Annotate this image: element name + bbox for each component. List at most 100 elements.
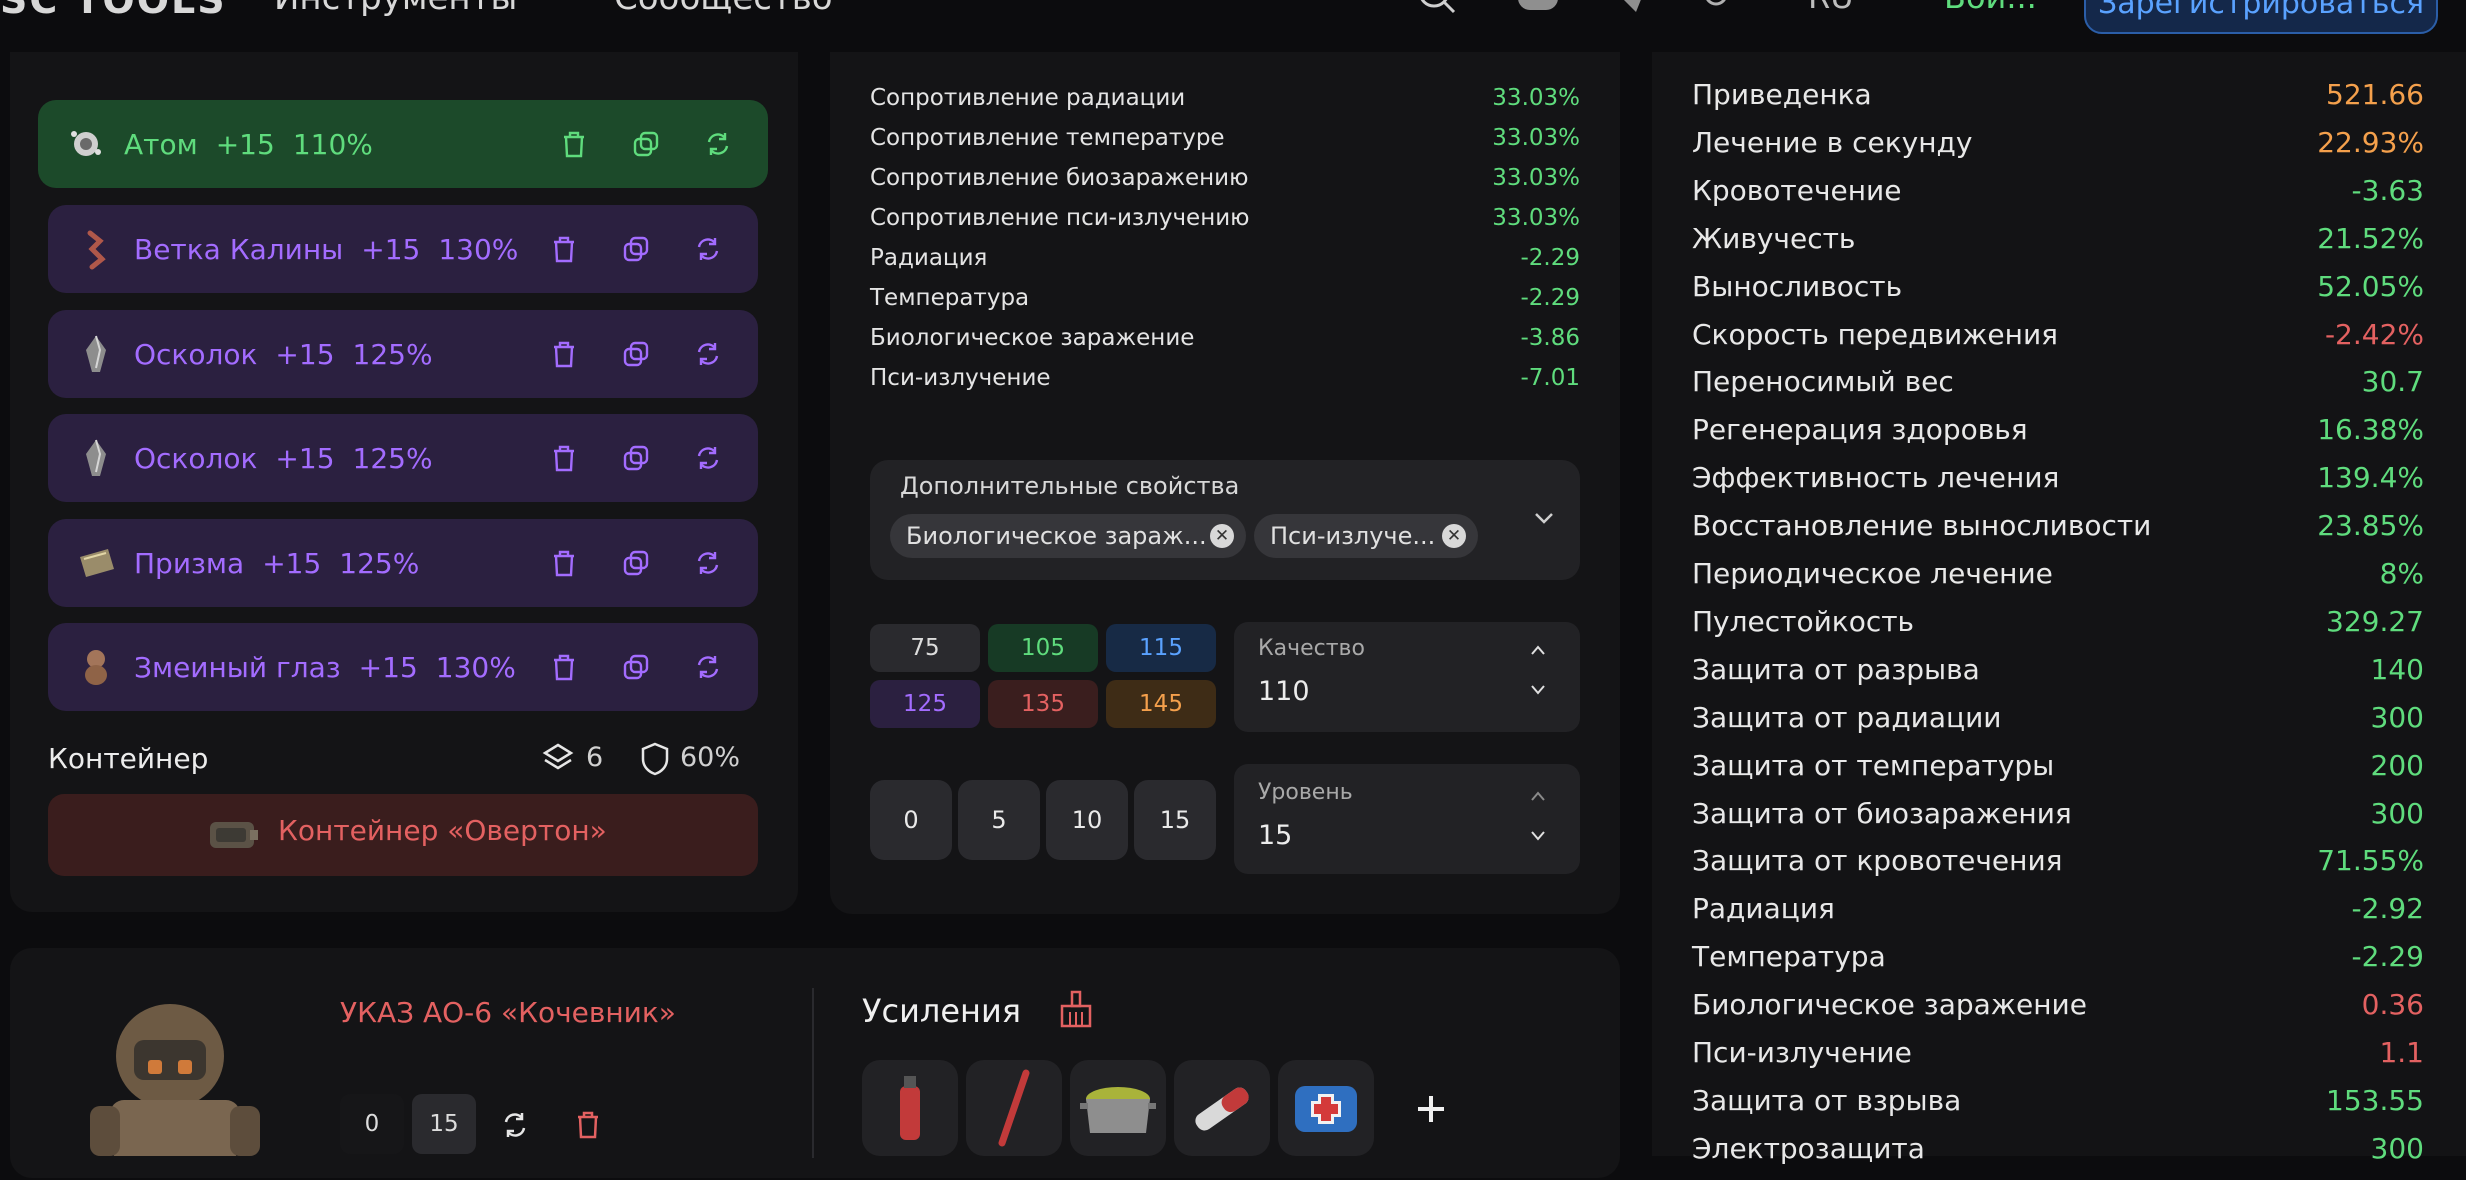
level-preset-button[interactable]: 15	[1134, 780, 1216, 860]
stat-label: Пулестойкость	[1692, 604, 1915, 638]
level-select[interactable]: Уровень 15	[1234, 764, 1580, 874]
stat-label: Кровотечение	[1692, 173, 1902, 207]
copy-artifact-button[interactable]	[600, 205, 672, 293]
discord-icon[interactable]	[1514, 0, 1562, 18]
nav-tools[interactable]: Инструменты	[274, 0, 517, 18]
quality-preset-button[interactable]: 75	[870, 624, 980, 672]
boost-slot[interactable]	[862, 1060, 958, 1156]
layers-icon	[542, 743, 574, 770]
replace-artifact-button[interactable]	[672, 519, 744, 607]
summary-stat-row: Пси-излучение 1.1	[1692, 1036, 2424, 1084]
summary-stat-row: Переносимый вес 30.7	[1692, 365, 2424, 413]
swap-icon[interactable]	[500, 1110, 530, 1140]
quality-select[interactable]: Качество 110	[1234, 622, 1580, 732]
copy-artifact-button[interactable]	[600, 414, 672, 502]
artifact-level: +15	[262, 546, 322, 580]
delete-artifact-button[interactable]	[528, 310, 600, 398]
artifact-row[interactable]: Атом +15 110%	[38, 100, 768, 188]
artifact-name: Атом	[124, 127, 198, 161]
replace-artifact-button[interactable]	[672, 310, 744, 398]
stat-label: Температура	[1692, 940, 1886, 974]
stat-label: Сопротивление биозаражению	[870, 165, 1249, 191]
copy-artifact-button[interactable]	[610, 100, 682, 188]
remove-chip-icon[interactable]: ✕	[1442, 524, 1466, 548]
copy-artifact-button[interactable]	[600, 310, 672, 398]
quality-preset-button[interactable]: 125	[870, 680, 980, 728]
armor-name[interactable]: УКАЗ АО-6 «Кочевник»	[340, 996, 676, 1029]
nav-community[interactable]: Сообщество	[614, 0, 833, 18]
overton-container-icon	[210, 822, 258, 848]
chevron-down-icon[interactable]	[1530, 684, 1546, 696]
armor-level-15[interactable]: 15	[412, 1094, 476, 1154]
replace-artifact-button[interactable]	[672, 623, 744, 711]
boost-slot[interactable]	[1174, 1060, 1270, 1156]
quality-preset-button[interactable]: 105	[988, 624, 1098, 672]
copy-icon	[623, 341, 649, 367]
level-preset-button[interactable]: 5	[958, 780, 1040, 860]
armor-level-0[interactable]: 0	[340, 1094, 404, 1154]
quality-label: Качество	[1258, 636, 1365, 661]
extra-properties-select[interactable]: Дополнительные свойства Биологическое за…	[870, 460, 1580, 580]
container-select[interactable]: Контейнер «Овертон»	[48, 794, 758, 876]
copy-artifact-button[interactable]	[600, 519, 672, 607]
artifact-row[interactable]: Осколок +15 125%	[48, 414, 758, 502]
broom-icon[interactable]	[1058, 990, 1094, 1030]
register-button[interactable]: Зарегистрироваться	[2084, 0, 2438, 34]
replace-artifact-button[interactable]	[672, 414, 744, 502]
stat-value: -2.92	[2351, 892, 2424, 926]
theme-toggle-icon[interactable]	[1696, 0, 1736, 18]
artifact-name: Призма	[134, 546, 245, 580]
stat-value: 71.55%	[2317, 844, 2424, 878]
stat-label: Регенерация здоровья	[1692, 413, 2028, 447]
delete-artifact-button[interactable]	[528, 519, 600, 607]
stat-label: Пси-излучение	[1692, 1036, 1912, 1069]
logo[interactable]: SC TOOLS	[0, 0, 227, 22]
telegram-icon[interactable]	[1614, 0, 1650, 18]
copy-artifact-button[interactable]	[600, 623, 672, 711]
add-boost-icon[interactable]	[1414, 1092, 1448, 1126]
chevron-down-icon[interactable]	[1534, 512, 1554, 526]
chevron-down-icon[interactable]	[1530, 830, 1546, 842]
boost-slot[interactable]	[1278, 1060, 1374, 1156]
search-icon[interactable]	[1414, 0, 1460, 22]
remove-chip-icon[interactable]: ✕	[1210, 524, 1234, 548]
level-preset-button[interactable]: 10	[1046, 780, 1128, 860]
delete-artifact-button[interactable]	[538, 100, 610, 188]
delete-icon	[554, 654, 574, 681]
summary-stat-row: Защита от взрыва 153.55	[1692, 1084, 2424, 1132]
artifact-row[interactable]: Ветка Калины +15 130%	[48, 205, 758, 293]
artifact-row[interactable]: Змеиный глаз +15 130%	[48, 623, 758, 711]
language-switch[interactable]: RU	[1808, 0, 1854, 16]
medkit-icon	[1295, 1086, 1357, 1132]
delete-artifact-button[interactable]	[528, 414, 600, 502]
trash-icon[interactable]	[574, 1110, 602, 1140]
login-link[interactable]: Вой...	[1944, 0, 2037, 16]
artifact-row[interactable]: Призма +15 125%	[48, 519, 758, 607]
artifact-percent: 125%	[339, 546, 420, 580]
chevron-up-icon[interactable]	[1530, 644, 1546, 656]
quality-preset-button[interactable]: 145	[1106, 680, 1216, 728]
boost-slot[interactable]	[966, 1060, 1062, 1156]
level-preset-button[interactable]: 0	[870, 780, 952, 860]
summary-stat-row: Температура -2.29	[1692, 940, 2424, 988]
stat-value: 30.7	[2361, 365, 2424, 399]
quality-preset-button[interactable]: 135	[988, 680, 1098, 728]
replace-artifact-button[interactable]	[672, 205, 744, 293]
quality-preset-button[interactable]: 115	[1106, 624, 1216, 672]
chevron-up-icon[interactable]	[1530, 790, 1546, 802]
injector-icon	[1195, 1087, 1249, 1131]
delete-artifact-button[interactable]	[528, 205, 600, 293]
artifact-percent: 130%	[435, 650, 516, 684]
artifact-percent: 110%	[292, 127, 373, 161]
stat-label: Радиация	[870, 245, 988, 271]
replace-artifact-button[interactable]	[682, 100, 754, 188]
delete-artifact-button[interactable]	[528, 623, 600, 711]
stat-label: Защита от взрыва	[1692, 1083, 1962, 1117]
boost-slot[interactable]	[1070, 1060, 1166, 1156]
stat-value: -2.29	[1520, 285, 1580, 311]
stat-value: -2.42%	[2324, 317, 2424, 351]
artifact-row[interactable]: Осколок +15 125%	[48, 310, 758, 398]
container-name: Контейнер «Овертон»	[278, 814, 607, 847]
copy-icon	[623, 236, 649, 262]
summary-stat-row: Биологическое заражение 0.36	[1692, 988, 2424, 1036]
